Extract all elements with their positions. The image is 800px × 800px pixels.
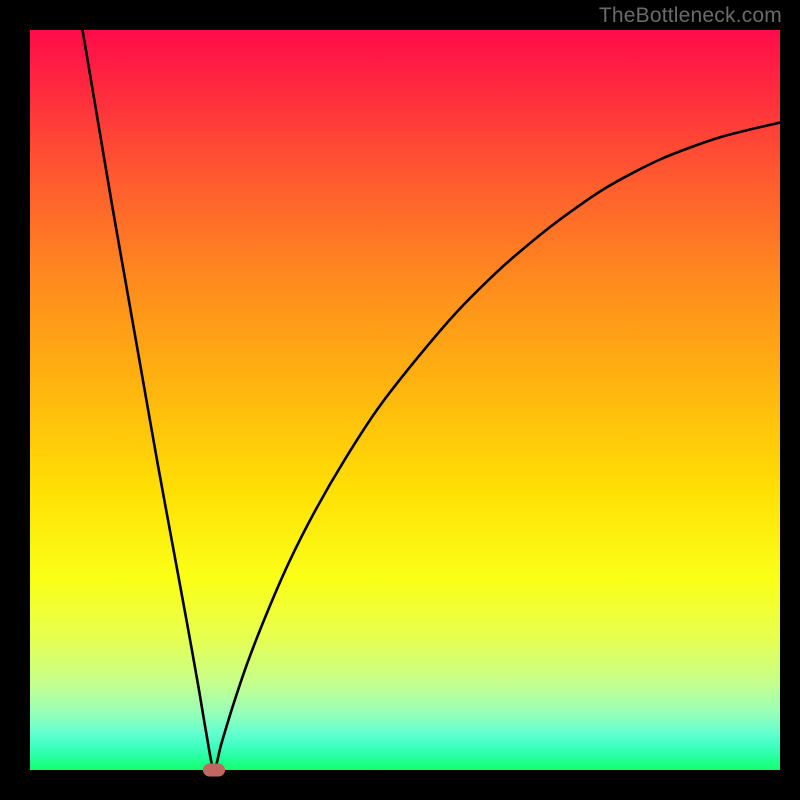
bottleneck-curve: [30, 30, 780, 770]
plot-area: [30, 30, 780, 770]
optimal-marker: [203, 764, 225, 777]
watermark-text: TheBottleneck.com: [599, 4, 782, 28]
chart-frame: TheBottleneck.com: [0, 0, 800, 800]
